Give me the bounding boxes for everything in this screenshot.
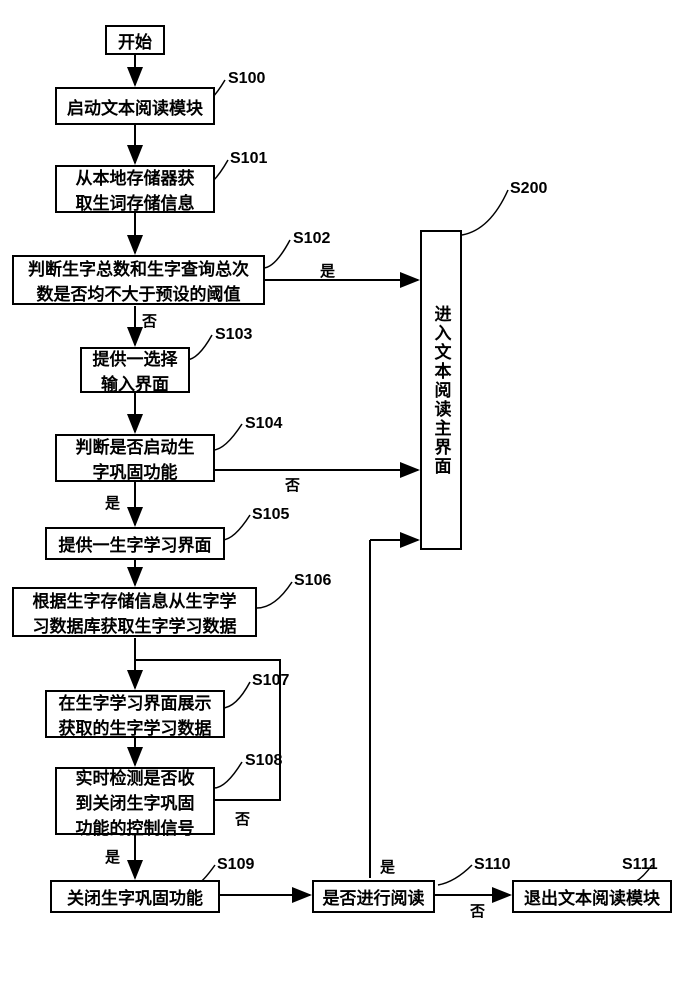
label-s110: S110 bbox=[474, 856, 510, 874]
node-s100-text: 启动文本阅读模块 bbox=[67, 94, 203, 119]
node-s102: 判断生字总数和生字查询总次 数是否均不大于预设的阈值 bbox=[12, 255, 265, 305]
node-s108: 实时检测是否收 到关闭生字巩固 功能的控制信号 bbox=[55, 767, 215, 835]
node-s107-text: 在生字学习界面展示 获取的生字学习数据 bbox=[59, 689, 212, 739]
label-s103: S103 bbox=[215, 326, 252, 344]
node-s108-text: 实时检测是否收 到关闭生字巩固 功能的控制信号 bbox=[76, 764, 195, 839]
node-s105: 提供一生字学习界面 bbox=[45, 527, 225, 560]
edge-s108-no: 否 bbox=[235, 808, 250, 829]
flow-arrows bbox=[0, 0, 684, 1000]
node-s200: 进入文本阅读主界面 bbox=[420, 230, 462, 550]
label-s108: S108 bbox=[245, 752, 282, 770]
node-s101-text: 从本地存储器获 取生词存储信息 bbox=[76, 164, 195, 214]
node-s111-text: 退出文本阅读模块 bbox=[524, 884, 660, 909]
node-s110: 是否进行阅读 bbox=[312, 880, 435, 913]
label-s111: S111 bbox=[622, 856, 658, 874]
label-s101: S101 bbox=[230, 150, 267, 168]
label-s107: S107 bbox=[252, 672, 289, 690]
edge-s104-yes: 是 bbox=[105, 492, 120, 513]
node-start-text: 开始 bbox=[118, 28, 152, 53]
edge-s102-yes: 是 bbox=[320, 260, 335, 281]
node-s109: 关闭生字巩固功能 bbox=[50, 880, 220, 913]
node-s104: 判断是否启动生 字巩固功能 bbox=[55, 434, 215, 482]
label-s109: S109 bbox=[217, 856, 254, 874]
node-s200-text: 进入文本阅读主界面 bbox=[429, 305, 454, 476]
edge-s108-yes: 是 bbox=[105, 846, 120, 867]
node-s102-text: 判断生字总数和生字查询总次 数是否均不大于预设的阈值 bbox=[28, 255, 249, 305]
edge-s110-yes: 是 bbox=[380, 856, 395, 877]
label-s102: S102 bbox=[293, 230, 330, 248]
node-s103-text: 提供一选择 输入界面 bbox=[93, 345, 178, 395]
edge-s102-no: 否 bbox=[142, 310, 157, 331]
node-s106: 根据生字存储信息从生字学 习数据库获取生字学习数据 bbox=[12, 587, 257, 637]
label-s106: S106 bbox=[294, 572, 331, 590]
node-s107: 在生字学习界面展示 获取的生字学习数据 bbox=[45, 690, 225, 738]
node-s104-text: 判断是否启动生 字巩固功能 bbox=[76, 433, 195, 483]
edge-s110-no: 否 bbox=[470, 900, 485, 921]
node-s103: 提供一选择 输入界面 bbox=[80, 347, 190, 393]
node-s105-text: 提供一生字学习界面 bbox=[59, 531, 212, 556]
node-start: 开始 bbox=[105, 25, 165, 55]
edge-s104-no: 否 bbox=[285, 474, 300, 495]
node-s109-text: 关闭生字巩固功能 bbox=[67, 884, 203, 909]
node-s110-text: 是否进行阅读 bbox=[323, 884, 425, 909]
node-s101: 从本地存储器获 取生词存储信息 bbox=[55, 165, 215, 213]
node-s106-text: 根据生字存储信息从生字学 习数据库获取生字学习数据 bbox=[33, 587, 237, 637]
label-s200: S200 bbox=[510, 180, 547, 198]
node-s111: 退出文本阅读模块 bbox=[512, 880, 672, 913]
label-s104: S104 bbox=[245, 415, 282, 433]
node-s100: 启动文本阅读模块 bbox=[55, 87, 215, 125]
label-s105: S105 bbox=[252, 506, 289, 524]
label-s100: S100 bbox=[228, 70, 265, 88]
